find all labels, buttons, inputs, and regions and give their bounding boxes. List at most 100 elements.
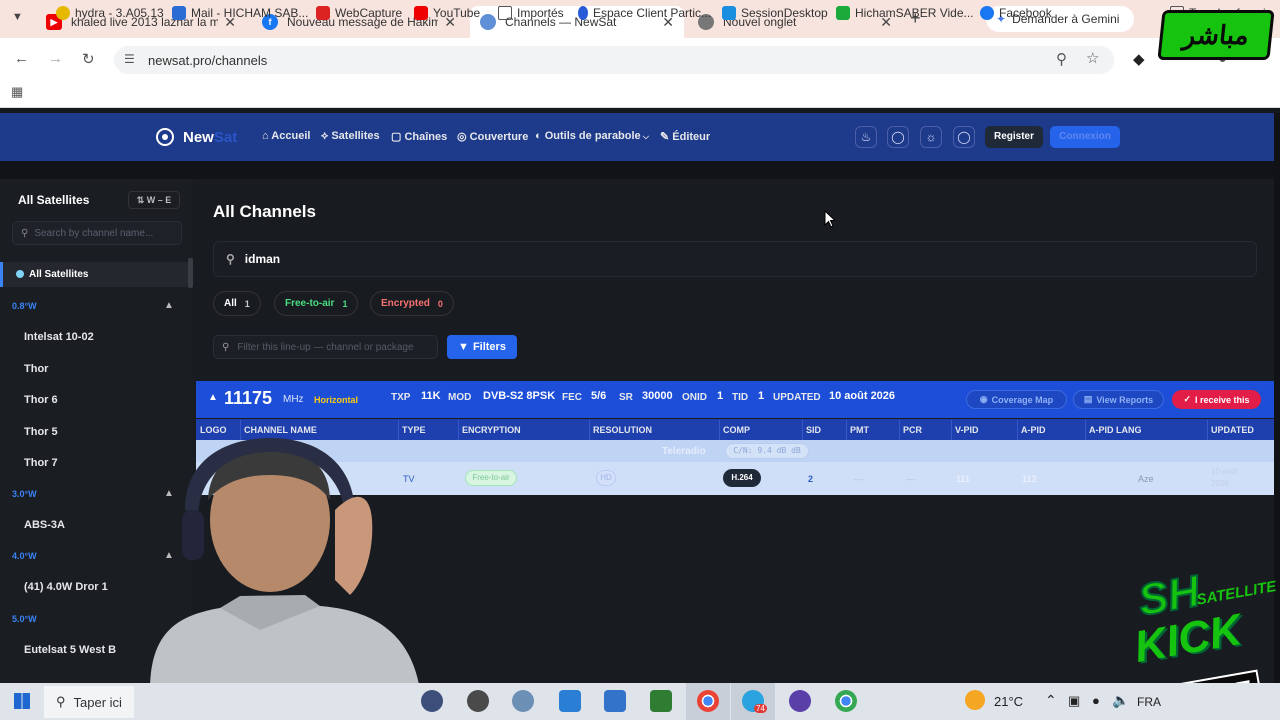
col-type[interactable]: TYPE bbox=[402, 425, 426, 435]
satellite-app-icon[interactable] bbox=[789, 690, 811, 712]
settings-app-icon[interactable] bbox=[512, 690, 534, 712]
register-button[interactable]: Register bbox=[985, 126, 1043, 148]
chevron-up-icon[interactable]: ⌃ bbox=[1045, 692, 1057, 709]
sidebar-item-dror-1[interactable]: (41) 4.0W Dror 1 bbox=[24, 581, 108, 593]
nav-outils[interactable]: ◐ Outils de parabole ⌵ bbox=[535, 130, 649, 142]
col-a-pid[interactable]: A-PID bbox=[1021, 425, 1046, 435]
youtube-icon bbox=[414, 6, 428, 20]
back-arrow-icon[interactable]: ← bbox=[14, 50, 29, 67]
col-encryption[interactable]: ENCRYPTION bbox=[462, 425, 521, 435]
reload-icon[interactable]: ↻ bbox=[82, 50, 95, 68]
col-sid[interactable]: SID bbox=[806, 425, 821, 435]
frequency-unit: MHz bbox=[283, 394, 304, 405]
tab-list-chevron-icon[interactable]: ▼ bbox=[12, 11, 23, 23]
col-logo[interactable]: LOGO bbox=[200, 425, 227, 435]
lineup-filter-input[interactable]: ⚲ Filter this line-up — channel or packa… bbox=[213, 335, 438, 359]
apps-grid-icon[interactable]: ▦ bbox=[11, 84, 23, 100]
filters-button[interactable]: ▼ Filters bbox=[447, 335, 517, 359]
chrome-icon[interactable] bbox=[835, 690, 857, 712]
login-button[interactable]: Connexion bbox=[1050, 126, 1120, 148]
col-pmt[interactable]: PMT bbox=[850, 425, 869, 435]
bookmark-star-icon[interactable]: ☆ bbox=[1086, 49, 1099, 67]
sidebar-title: All Satellites bbox=[18, 193, 90, 207]
microphone-icon[interactable]: ● bbox=[1092, 693, 1100, 708]
forward-arrow-icon[interactable]: → bbox=[48, 50, 63, 67]
sort-toggle-button[interactable]: ⇅ W – E bbox=[128, 191, 180, 209]
nav-accueil[interactable]: ⌂ Accueil bbox=[262, 130, 310, 142]
sidebar-item-thor-5[interactable]: Thor 5 bbox=[24, 426, 58, 438]
filter-encrypted-pill[interactable]: Encrypted 0 bbox=[370, 291, 454, 316]
sidebar-item-thor-7[interactable]: Thor 7 bbox=[24, 457, 58, 469]
status-dot-icon bbox=[16, 270, 24, 278]
nav-couverture[interactable]: ◎ Couverture bbox=[457, 130, 528, 143]
coverage-map-button[interactable]: ◉ Coverage Map bbox=[966, 390, 1067, 409]
group-position-4-0w: 4.0°W bbox=[12, 551, 37, 561]
search-icon: ⚲ bbox=[56, 694, 66, 709]
weather-temp[interactable]: 21°C bbox=[994, 694, 1023, 709]
col-divider bbox=[240, 420, 241, 440]
sidebar-item-eutelsat-5-west-b[interactable]: Eutelsat 5 West B bbox=[24, 644, 116, 656]
site-info-icon[interactable]: ☰ bbox=[124, 52, 135, 66]
col-pcr[interactable]: PCR bbox=[903, 425, 922, 435]
bookmark-youtube[interactable]: YouTube bbox=[414, 6, 480, 20]
calculator-icon[interactable] bbox=[604, 690, 626, 712]
report-icon: ▤ bbox=[1083, 394, 1093, 404]
coverage-icon: ◎ bbox=[457, 131, 470, 143]
view-reports-button[interactable]: ▤ View Reports bbox=[1073, 390, 1164, 409]
bell-icon[interactable]: ♨ bbox=[855, 126, 877, 148]
language-globe-icon[interactable]: ◯ bbox=[887, 126, 909, 148]
cell-a-pid-lang: Aze bbox=[1138, 474, 1154, 484]
col-a-pid-lang[interactable]: A-PID LANG bbox=[1089, 425, 1142, 435]
nav-editeur[interactable]: ✎ Éditeur bbox=[660, 130, 710, 143]
language-indicator[interactable]: FRA bbox=[1137, 695, 1161, 709]
col-divider bbox=[719, 420, 720, 440]
bookmark-folder-importes[interactable]: Importés bbox=[498, 6, 564, 20]
nav-satellites[interactable]: ⟡ Satellites bbox=[321, 130, 380, 143]
bookmark-facebook[interactable]: Facebook bbox=[980, 6, 1052, 20]
remote-desktop-icon[interactable] bbox=[559, 690, 581, 712]
zoom-icon[interactable]: ⚲ bbox=[1056, 50, 1067, 68]
satellite-icon: ⟡ bbox=[321, 130, 332, 142]
chevron-up-icon[interactable]: ▲ bbox=[208, 392, 218, 403]
sidebar-item-thor-6[interactable]: Thor 6 bbox=[24, 394, 58, 406]
chrome-icon[interactable] bbox=[697, 690, 719, 712]
col-v-pid[interactable]: V-PID bbox=[955, 425, 979, 435]
speed-icon[interactable] bbox=[467, 690, 489, 712]
speaker-icon[interactable]: 🔈 bbox=[1112, 692, 1129, 709]
windows-start-icon[interactable] bbox=[14, 693, 30, 709]
extension-icon[interactable]: ◆ bbox=[1133, 50, 1145, 68]
network-icon[interactable]: ▣ bbox=[1068, 693, 1080, 709]
col-updated[interactable]: UPDATED bbox=[1211, 425, 1254, 435]
filter-free-to-air-pill[interactable]: Free-to-air 1 bbox=[274, 291, 359, 316]
transfer-icon[interactable] bbox=[650, 690, 672, 712]
channel-search-input[interactable]: ⚲ idman bbox=[213, 241, 1257, 277]
bookmark-hichamsaber[interactable]: HichamSABER Vide... bbox=[836, 6, 974, 20]
col-resolution[interactable]: RESOLUTION bbox=[593, 425, 652, 435]
bookmark-webcapture[interactable]: WebCapture bbox=[316, 6, 402, 20]
chevron-up-icon[interactable]: ▲ bbox=[164, 550, 174, 561]
app-icon[interactable] bbox=[421, 690, 443, 712]
sidebar-item-abs-3a[interactable]: ABS-3A bbox=[24, 519, 65, 531]
url-field[interactable]: ☰ newsat.pro/channels bbox=[114, 46, 1114, 74]
bookmark-sessiondesktop[interactable]: SessionDesktop bbox=[722, 6, 828, 20]
i-receive-this-button[interactable]: ✓ I receive this bbox=[1172, 390, 1261, 409]
col-channel-name[interactable]: CHANNEL NAME bbox=[244, 425, 317, 435]
col-comp[interactable]: COMP bbox=[723, 425, 750, 435]
weather-icon[interactable] bbox=[965, 690, 985, 710]
drop-icon[interactable]: ◯ bbox=[953, 126, 975, 148]
filter-all-pill[interactable]: All 1 bbox=[213, 291, 261, 316]
bookmark-mail[interactable]: Mail - HICHAM SAB... bbox=[172, 6, 308, 20]
sidebar-item-thor[interactable]: Thor bbox=[24, 363, 48, 375]
sidebar-search-input[interactable]: ⚲ Search by channel name... bbox=[12, 221, 182, 245]
bookmark-hydra[interactable]: hydra - 3.A05.13 bbox=[56, 6, 164, 20]
search-icon: ⚲ bbox=[222, 341, 230, 353]
chevron-up-icon[interactable]: ▲ bbox=[164, 488, 174, 499]
sidebar-item-intelsat-10-02[interactable]: Intelsat 10-02 bbox=[24, 331, 94, 343]
bookmark-espace-client[interactable]: Espace Client Partic... bbox=[578, 6, 711, 20]
check-circle-icon: ✓ bbox=[1183, 394, 1191, 404]
site-logo[interactable]: New Sat bbox=[156, 128, 237, 146]
taskbar-search-input[interactable]: ⚲ Taper ici bbox=[44, 686, 134, 718]
theme-sun-icon[interactable]: ☼ bbox=[920, 126, 942, 148]
nav-chaines[interactable]: ▢ Chaînes bbox=[391, 130, 447, 143]
chevron-up-icon[interactable]: ▲ bbox=[164, 300, 174, 311]
